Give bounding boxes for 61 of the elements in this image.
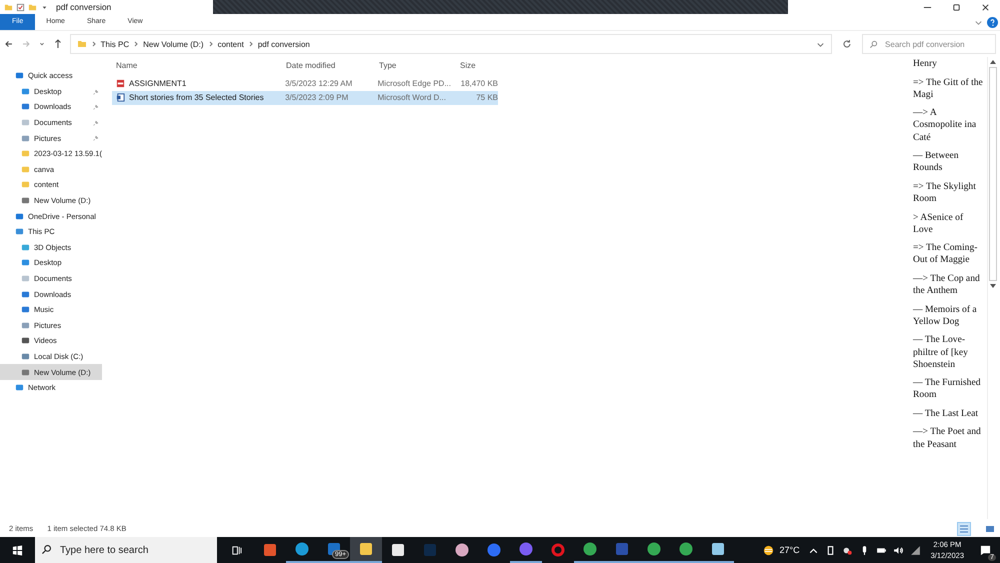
preview-text: — The Love-philtre of [key Shoenstein (913, 334, 969, 371)
breadcrumb[interactable]: This PC (100, 40, 130, 48)
type-cell-text: Microsoft Word D... (376, 93, 447, 102)
preview-text: —> The Cop and the Anthem (913, 272, 981, 298)
size-cell-text: 75 KB (475, 93, 498, 102)
close-icon[interactable] (981, 2, 990, 12)
breadcrumb[interactable]: content (218, 40, 244, 48)
preview-text: —> A Cosmopolite ina Caté (913, 107, 978, 144)
pin-icon[interactable] (93, 120, 99, 126)
properties-icon[interactable] (16, 2, 25, 12)
preview-text: => The Coming-Out of Maggie (913, 242, 978, 267)
column-header[interactable]: Type (375, 61, 456, 70)
details-view-icon[interactable] (958, 522, 970, 534)
windows-start-icon[interactable] (12, 544, 23, 556)
message-icon (980, 544, 990, 556)
breadcrumb[interactable]: pdf conversion (258, 40, 310, 48)
column-header[interactable]: Date modified (282, 61, 375, 70)
breadcrumb[interactable]: New Volume (D:) (143, 40, 204, 48)
chevron-right-icon (133, 41, 140, 47)
pdf-file-icon (116, 78, 125, 88)
back-icon[interactable] (4, 39, 14, 49)
refresh-icon[interactable] (842, 39, 852, 49)
preview-text: — The Last Leat (913, 408, 980, 420)
taskbar-button[interactable] (350, 537, 382, 563)
speaker-icon[interactable] (892, 544, 904, 556)
preview-text: — Between Rounds (913, 150, 960, 175)
search-icon (869, 40, 878, 49)
search-field[interactable]: Search pdf conversion (862, 34, 996, 54)
preview-text: => The Skylight Room (913, 180, 977, 206)
preview-text: — The Furnished Room (913, 377, 982, 402)
help-icon[interactable] (987, 16, 998, 28)
preview-text: — Memoirs of a Yellow Dog (913, 304, 978, 328)
column-header[interactable]: Name (112, 61, 282, 70)
taskbar-search-field[interactable]: Type here to search (35, 537, 217, 563)
pin-icon[interactable] (93, 104, 99, 110)
search-icon (41, 544, 52, 555)
pin-icon[interactable] (93, 135, 99, 142)
chevron-right-icon (90, 41, 97, 47)
column-header[interactable]: Size (456, 61, 500, 70)
type-cell-text: Microsoft Edge PD... (376, 78, 452, 88)
file-name: Short stories from 35 Selected Stories (129, 93, 264, 102)
task-view-icon[interactable] (231, 544, 242, 556)
preview-text: > ASenice of Love (913, 212, 964, 236)
maximize-icon[interactable] (952, 2, 961, 12)
up-icon[interactable] (52, 39, 63, 49)
size-cell-text: 18,470 KB (460, 78, 498, 88)
preview-text: Henry (913, 58, 938, 70)
window-title: pdf conversion (56, 2, 112, 12)
pin-icon[interactable] (93, 88, 99, 95)
preview-text: —> The Poet and the Peasant (913, 426, 982, 451)
file-row[interactable]: ASSIGNMENT1 3/5/2023 12:29 AM Microsoft Edge PD... 18,470 KB (112, 76, 498, 90)
scrollbar[interactable] (987, 57, 998, 519)
date-cell-text: 3/5/2023 2:09 PM (284, 93, 350, 102)
temperature[interactable]: 27°C (780, 545, 800, 555)
preview-text: => The Gitt of the Magi (913, 76, 983, 101)
chevron-right-icon (248, 41, 254, 47)
date-cell-text: 3/5/2023 12:29 AM (284, 78, 354, 88)
file-name: ASSIGNMENT1 (129, 78, 186, 88)
chevron-right-icon (208, 41, 214, 47)
address-bar[interactable]: This PC New Volume (D:) content pdf conversion (70, 34, 832, 54)
file-row[interactable]: Short stories from 35 Selected Stories 3/5/2023 2:09 PM Microsoft Word D... 75 KB (112, 90, 498, 105)
